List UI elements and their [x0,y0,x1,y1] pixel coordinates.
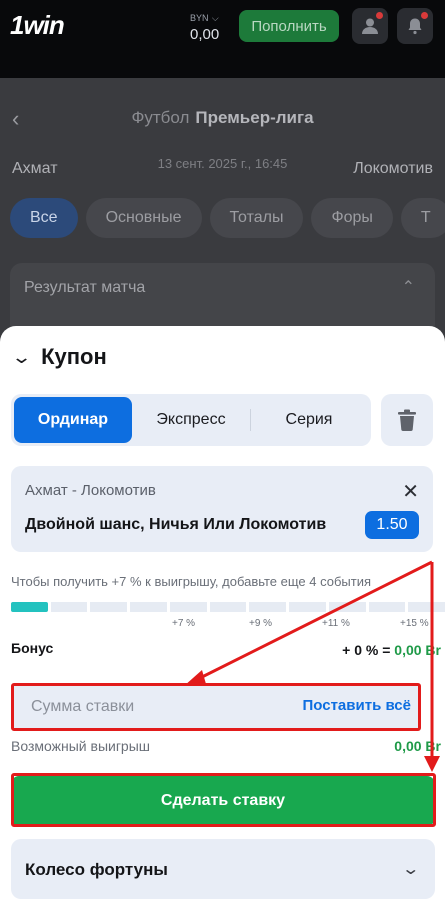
tab-express[interactable]: Экспресс [132,397,250,443]
tab-single[interactable]: Ординар [14,397,132,443]
market-filter-chips: Все Основные Тоталы Форы Т [10,198,445,238]
progress-segment [368,602,406,612]
stake-amount-input[interactable] [11,684,271,730]
coupon-title: Купон [41,344,107,369]
possible-win-label: Возможный выигрыш [11,738,151,754]
stake-field[interactable]: Поставить всё [11,684,421,730]
bet-type-tabs: Ординар Экспресс Серия [11,394,371,446]
progress-segment [90,602,128,612]
bonus-value: + 0 % = 0,00 Br [342,642,441,658]
chevron-up-icon: ⌃ [401,279,415,296]
profile-button[interactable] [352,8,388,44]
league-label: Премьер-лига [195,108,314,127]
bet-outcome: Двойной шанс, Ничья Или Локомотив [25,516,327,533]
progress-segment [209,602,247,612]
trash-icon [398,409,416,431]
notification-dot [376,12,383,19]
balance-amount: 0,00 [190,26,220,43]
chip-totals[interactable]: Тоталы [209,198,304,238]
percent-mark: +7 % [172,618,196,629]
progress-segment [408,602,445,612]
possible-win-value: 0,00 Br [394,738,441,754]
chevron-down-icon: ⌵ [211,13,219,23]
chip-more[interactable]: Т [400,198,445,238]
place-bet-button[interactable]: Сделать ставку [11,776,435,826]
clear-coupon-button[interactable] [381,394,433,446]
percent-mark: +9 % [249,618,273,629]
currency-label: BYN [190,13,209,23]
bet-match-name: Ахмат - Локомотив [25,482,156,499]
bet-slip-item: Ахмат - Локомотив ✕ Двойной шанс, Ничья … [11,466,433,552]
progress-segment [50,602,88,612]
odd-badge: 1.50 [365,511,419,539]
fortune-wheel-label: Колесо фортуны [25,860,168,879]
chip-handicaps[interactable]: Форы [311,198,393,238]
bonus-percent: + 0 % = [342,642,395,658]
user-icon [362,18,378,34]
notifications-button[interactable] [397,8,433,44]
balance-widget[interactable]: BYN ⌵ 0,00 [190,10,219,43]
bonus-progress-bar [11,602,445,612]
chip-main[interactable]: Основные [85,198,202,238]
stake-all-button[interactable]: Поставить всё [303,697,412,714]
express-bonus-hint: Чтобы получить +7 % к выигрышу, добавьте… [11,574,372,589]
close-icon[interactable]: ✕ [402,479,419,504]
app-header: 1win BYN ⌵ 0,00 Пополнить [0,0,445,78]
progress-segment [328,602,366,612]
progress-segment [169,602,207,612]
bonus-amount: 0,00 Br [394,642,441,658]
percent-mark: +15 % [400,618,429,629]
coupon-header[interactable]: ⌄ Купон [11,344,107,370]
page-title: Футбол Премьер-лига [0,108,445,128]
notification-dot [421,12,428,19]
section-title: Результат матча [24,279,146,296]
bonus-label: Бонус [11,640,54,656]
progress-segment [289,602,326,612]
percent-mark: +11 % [322,618,350,629]
progress-segment [130,602,167,612]
brand-logo[interactable]: 1win [10,10,65,41]
tab-system[interactable]: Серия [250,397,368,443]
deposit-button[interactable]: Пополнить [239,10,339,42]
progress-segment [249,602,287,612]
coupon-sheet: ⌄ Купон Ординар Экспресс Серия Ахмат - Л… [0,326,445,900]
chip-all[interactable]: Все [10,198,78,238]
sport-label: Футбол [131,108,190,127]
progress-segment [11,602,48,612]
bell-icon [408,18,422,35]
chevron-down-icon[interactable]: ⌄ [11,347,32,368]
chevron-down-icon: ⌄ [400,861,420,878]
away-team: Локомотив [353,160,433,177]
fortune-wheel-section[interactable]: Колесо фортуны ⌄ [11,839,435,899]
